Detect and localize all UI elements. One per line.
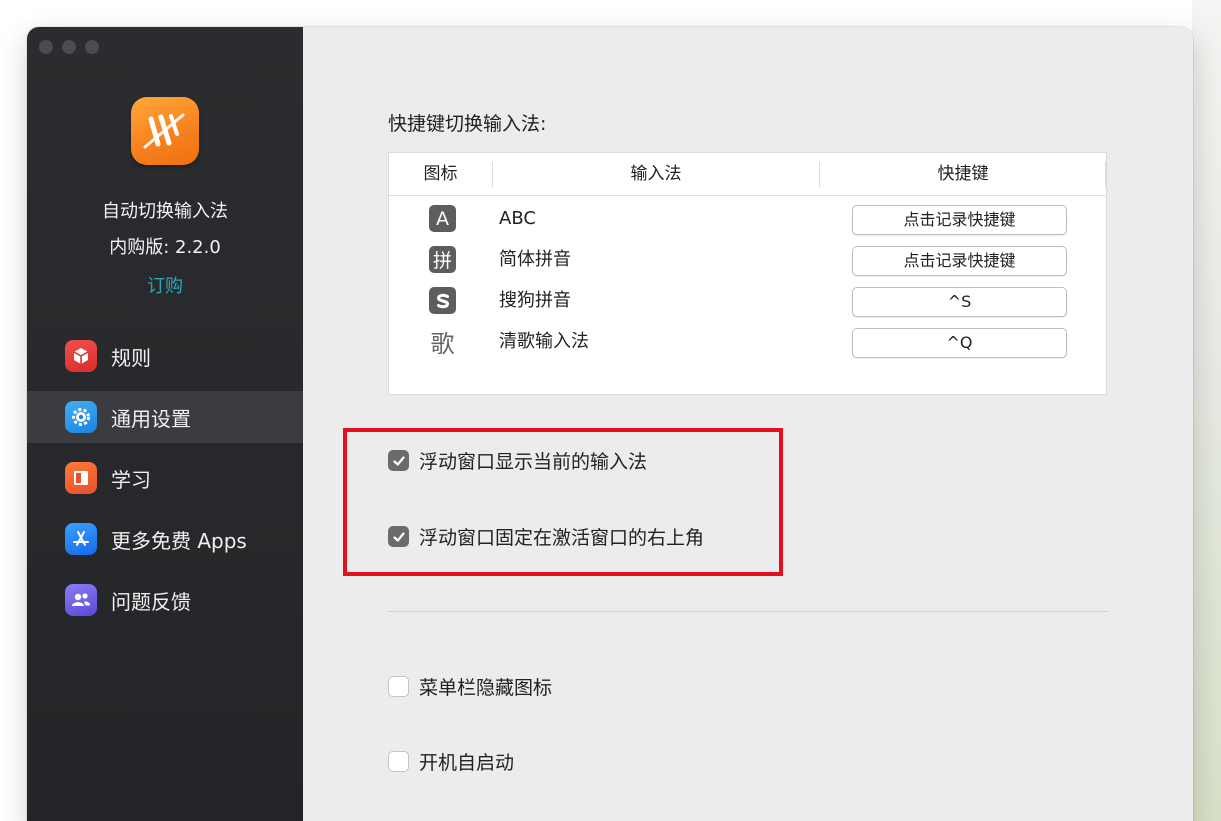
- option-label: 菜单栏隐藏图标: [419, 677, 553, 699]
- column-header-shortcut[interactable]: 快捷键: [820, 153, 1106, 196]
- qingge-input-icon: 歌: [430, 330, 455, 358]
- sidebar: 自动切换输入法 内购版: 2.2.0 订购 规则 通用设置 学习 更多免费 Ap…: [27, 27, 303, 821]
- highlight-annotation-box: [343, 428, 783, 576]
- input-method-name: 简体拼音: [499, 249, 571, 270]
- shortcut-section-title: 快捷键切换输入法:: [388, 113, 547, 135]
- pinyin-input-icon: 拼: [429, 246, 456, 273]
- sidebar-item-learn[interactable]: 学习: [27, 452, 303, 504]
- buy-link[interactable]: 订购: [27, 272, 303, 298]
- box-icon: [65, 340, 97, 372]
- table-header: 图标 输入法 快捷键: [389, 153, 1106, 196]
- sidebar-item-label: 通用设置: [111, 406, 191, 431]
- people-icon: [65, 584, 97, 616]
- sidebar-item-label: 规则: [111, 345, 151, 370]
- app-store-icon: [65, 523, 97, 555]
- shortcut-table: 图标 输入法 快捷键 A ABC 点击记录快捷键 拼 简体拼音 点击记录快捷键: [388, 152, 1107, 395]
- input-method-name: 搜狗拼音: [499, 290, 571, 311]
- book-icon: [65, 462, 97, 494]
- sidebar-item-feedback[interactable]: 问题反馈: [27, 574, 303, 626]
- sidebar-item-label: 更多免费 Apps: [111, 528, 247, 553]
- sidebar-item-rules[interactable]: 规则: [27, 330, 303, 382]
- column-header-input-method[interactable]: 输入法: [493, 153, 819, 196]
- app-logo-icon: [131, 97, 199, 165]
- zoom-window-button[interactable]: [85, 40, 99, 54]
- close-window-button[interactable]: [39, 40, 53, 54]
- sogou-input-icon: [429, 287, 456, 314]
- desktop-background: [1192, 0, 1221, 821]
- option-label: 开机自启动: [419, 752, 515, 774]
- table-row: 拼 简体拼音 点击记录快捷键: [389, 239, 1106, 280]
- input-method-name: ABC: [499, 208, 536, 229]
- column-divider: [1105, 162, 1106, 187]
- settings-panel: 快捷键切换输入法: 图标 输入法 快捷键 A ABC 点击记录快捷键 拼 简体拼…: [303, 27, 1193, 821]
- gear-icon: [65, 401, 97, 433]
- table-row: 搜狗拼音 ^S: [389, 280, 1106, 321]
- app-version: 内购版: 2.2.0: [109, 237, 221, 258]
- table-row: 歌 清歌输入法 ^Q: [389, 321, 1106, 362]
- table-row: A ABC 点击记录快捷键: [389, 198, 1106, 239]
- sidebar-item-label: 问题反馈: [111, 589, 191, 614]
- record-shortcut-button[interactable]: 点击记录快捷键: [852, 246, 1067, 276]
- window-controls: [39, 40, 99, 54]
- app-window: 自动切换输入法 内购版: 2.2.0 订购 规则 通用设置 学习 更多免费 Ap…: [27, 27, 1193, 821]
- record-shortcut-button[interactable]: ^S: [852, 287, 1067, 317]
- sidebar-item-label: 学习: [111, 467, 151, 492]
- option-hide-menubar-icon[interactable]: 菜单栏隐藏图标: [388, 673, 552, 700]
- input-method-name: 清歌输入法: [499, 331, 589, 352]
- minimize-window-button[interactable]: [62, 40, 76, 54]
- record-shortcut-button[interactable]: 点击记录快捷键: [852, 205, 1067, 235]
- sidebar-nav: 规则 通用设置 学习 更多免费 Apps 问题反馈: [27, 330, 303, 635]
- sidebar-item-general-settings[interactable]: 通用设置: [27, 391, 303, 443]
- option-launch-at-login[interactable]: 开机自启动: [388, 748, 514, 775]
- abc-input-icon: A: [429, 205, 456, 232]
- app-name: 自动切换输入法: [102, 201, 228, 222]
- record-shortcut-button[interactable]: ^Q: [852, 328, 1067, 358]
- section-divider: [388, 611, 1108, 612]
- checkbox-unchecked[interactable]: [388, 751, 409, 772]
- checkbox-unchecked[interactable]: [388, 676, 409, 697]
- column-header-icon[interactable]: 图标: [389, 153, 492, 196]
- sidebar-item-more-apps[interactable]: 更多免费 Apps: [27, 513, 303, 565]
